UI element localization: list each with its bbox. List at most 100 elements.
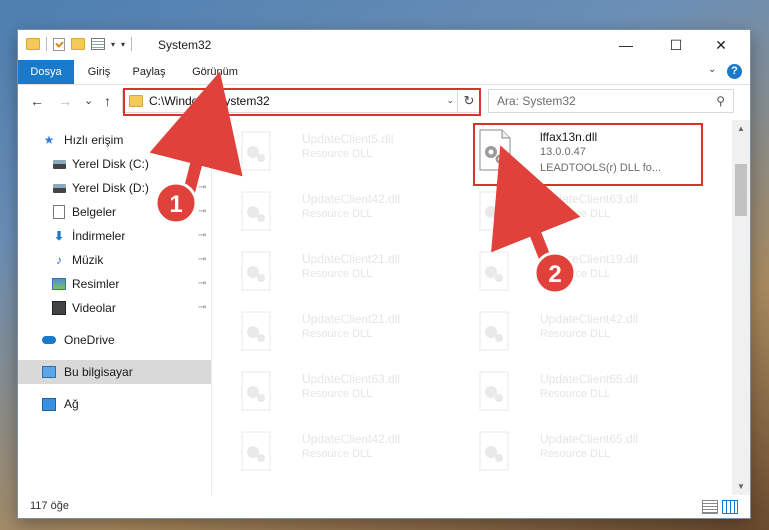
search-box[interactable]: Ara: System32 ⚲ [488, 89, 734, 113]
details-view-icon[interactable] [702, 500, 718, 514]
list-item[interactable]: UpdateClient5.dll Resource DLL [230, 128, 465, 176]
file-name: UpdateClient63.dll [302, 372, 401, 386]
file-name: UpdateClient42.dll [302, 432, 401, 446]
divider [46, 37, 47, 51]
sidebar-item-quick-access[interactable]: ★ Hızlı erişim [18, 128, 211, 152]
list-item[interactable]: UpdateClient42.dll Resource DLL [230, 188, 465, 236]
file-description: Resource DLL [540, 388, 611, 400]
dll-file-icon [479, 431, 509, 471]
pictures-icon [52, 278, 66, 290]
dll-file-icon [241, 131, 271, 171]
sidebar-item-music[interactable]: ♪ Müzik ⊸ [18, 248, 211, 272]
pin-icon[interactable]: ⊸ [198, 302, 206, 313]
file-description: Resource DLL [302, 388, 373, 400]
tab-dosya[interactable]: Dosya [18, 60, 74, 84]
list-item[interactable]: UpdateClient65.dll Resource DLL [468, 428, 703, 476]
vertical-scrollbar[interactable]: ▲ ▼ [732, 120, 750, 495]
sidebar-item-local-disk-d[interactable]: Yerel Disk (D:) ⊸ [18, 176, 211, 200]
list-item[interactable]: UpdateClient21.dll Resource DLL [230, 308, 465, 356]
file-description: Resource DLL [540, 268, 611, 280]
sidebar-item-network[interactable]: Ağ [18, 392, 211, 416]
pin-icon[interactable]: ⊸ [198, 278, 206, 289]
scroll-thumb[interactable] [735, 164, 747, 216]
sidebar-item-documents[interactable]: Belgeler ⊸ [18, 200, 211, 224]
document-icon [52, 205, 66, 219]
help-button[interactable]: ? [727, 64, 742, 79]
sidebar-item-downloads[interactable]: ⬇ İndirmeler ⊸ [18, 224, 211, 248]
tiles-view-icon[interactable] [722, 500, 738, 514]
list-item[interactable]: UpdateClient42.dll Resource DLL [230, 428, 465, 476]
file-name: UpdateClient65.dll [540, 432, 639, 446]
search-placeholder: Ara: System32 [497, 94, 576, 108]
minimize-button[interactable]: — [603, 30, 649, 60]
sidebar-item-videos[interactable]: Videolar ⊸ [18, 296, 211, 320]
file-description: Resource DLL [540, 208, 611, 220]
up-button[interactable]: ↑ [104, 93, 111, 109]
star-icon: ★ [43, 133, 55, 147]
pin-icon[interactable]: ⊸ [198, 182, 206, 193]
file-description: Resource DLL [302, 148, 373, 160]
list-item[interactable]: UpdateClient65.dll Resource DLL [468, 368, 703, 416]
navigation-pane: ★ Hızlı erişim Yerel Disk (C:) ⊸ Yerel D… [18, 120, 212, 495]
download-arrow-icon: ⬇ [53, 229, 65, 243]
pin-icon[interactable]: ⊸ [198, 254, 206, 265]
list-item[interactable]: UpdateClient19.dll Resource DLL [468, 248, 703, 296]
list-item[interactable]: UpdateClient42.dll Resource DLL [468, 308, 703, 356]
properties-check-icon[interactable] [53, 37, 65, 51]
sidebar-item-onedrive[interactable]: OneDrive [18, 328, 211, 352]
item-count: 117 öğe [30, 500, 69, 512]
sidebar-item-this-pc[interactable]: Bu bilgisayar [18, 360, 211, 384]
tab-gorunum[interactable]: Görünüm [186, 60, 244, 84]
music-note-icon: ♪ [56, 253, 62, 267]
file-description: Resource DLL [302, 208, 373, 220]
pin-icon[interactable]: ⊸ [198, 230, 206, 241]
video-icon [52, 301, 66, 315]
sidebar-item-pictures[interactable]: Resimler ⊸ [18, 272, 211, 296]
divider [131, 37, 133, 51]
dll-file-icon [479, 311, 509, 351]
sidebar-item-local-disk-c[interactable]: Yerel Disk (C:) ⊸ [18, 152, 211, 176]
pin-icon[interactable]: ⊸ [198, 158, 206, 169]
scroll-down-icon[interactable]: ▼ [732, 482, 750, 491]
new-folder-icon[interactable] [71, 38, 85, 50]
dll-file-icon [479, 251, 509, 291]
list-item[interactable]: UpdateClient63.dll Resource DLL [230, 368, 465, 416]
ribbon-tabs: Dosya Giriş Paylaş Görünüm ⌄ ? [18, 60, 750, 85]
dll-file-icon [479, 371, 509, 411]
back-button[interactable]: ← [30, 93, 44, 109]
sidebar-item-label: Müzik [72, 253, 104, 267]
customize-qat-icon[interactable]: ▾ [121, 40, 125, 49]
forward-button[interactable]: → [58, 93, 72, 109]
qat-dropdown-icon[interactable]: ▾ [111, 40, 115, 49]
tab-giris[interactable]: Giriş [80, 60, 118, 84]
file-name: UpdateClient42.dll [302, 192, 401, 206]
list-item[interactable]: UpdateClient63.dll Resource DLL [468, 188, 703, 236]
drive-icon [52, 182, 66, 194]
folder-icon[interactable] [26, 38, 40, 50]
expand-ribbon-icon[interactable]: ⌄ [708, 64, 716, 75]
sidebar-item-label: Yerel Disk (C:) [72, 157, 149, 171]
search-icon[interactable]: ⚲ [716, 94, 725, 108]
dll-file-icon [241, 191, 271, 231]
close-button[interactable]: ✕ [698, 30, 744, 60]
file-name: UpdateClient65.dll [540, 372, 639, 386]
sidebar-item-label: İndirmeler [72, 229, 126, 243]
sidebar-item-label: Ağ [64, 397, 79, 411]
recent-locations-button[interactable]: ⌄ [84, 94, 93, 107]
drive-icon [52, 158, 66, 170]
status-bar: 117 öğe [18, 495, 750, 518]
cloud-icon [42, 334, 56, 346]
maximize-button[interactable]: ☐ [653, 30, 699, 60]
sidebar-item-label: OneDrive [64, 333, 115, 347]
file-highlight-box [473, 123, 703, 186]
network-icon [42, 397, 56, 411]
scroll-up-icon[interactable]: ▲ [732, 124, 750, 133]
view-options-icon[interactable] [91, 38, 105, 50]
dll-file-icon [241, 431, 271, 471]
sidebar-item-label: Yerel Disk (D:) [72, 181, 149, 195]
list-item[interactable]: UpdateClient21.dll Resource DLL [230, 248, 465, 296]
dll-file-icon [479, 191, 509, 231]
pin-icon[interactable]: ⊸ [198, 206, 206, 217]
file-name: UpdateClient21.dll [302, 252, 401, 266]
tab-paylas[interactable]: Paylaş [126, 60, 172, 84]
